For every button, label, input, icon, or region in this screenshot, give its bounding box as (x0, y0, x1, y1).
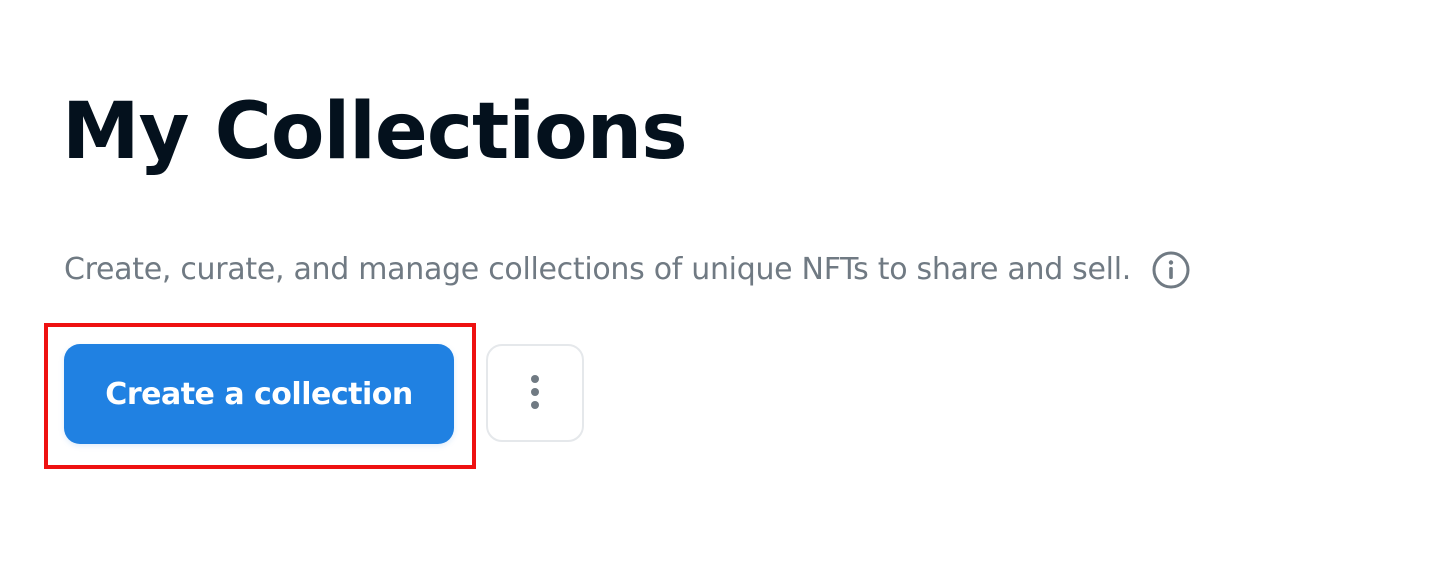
page-subtitle: Create, curate, and manage collections o… (64, 252, 1131, 287)
more-vertical-icon (528, 374, 542, 413)
page-title: My Collections (62, 87, 688, 177)
create-collection-button[interactable]: Create a collection (64, 344, 454, 444)
more-options-button[interactable] (486, 344, 584, 442)
subtitle-row: Create, curate, and manage collections o… (64, 248, 1191, 292)
collections-page: My Collections Create, curate, and manag… (0, 0, 1444, 588)
info-icon[interactable] (1151, 250, 1191, 290)
